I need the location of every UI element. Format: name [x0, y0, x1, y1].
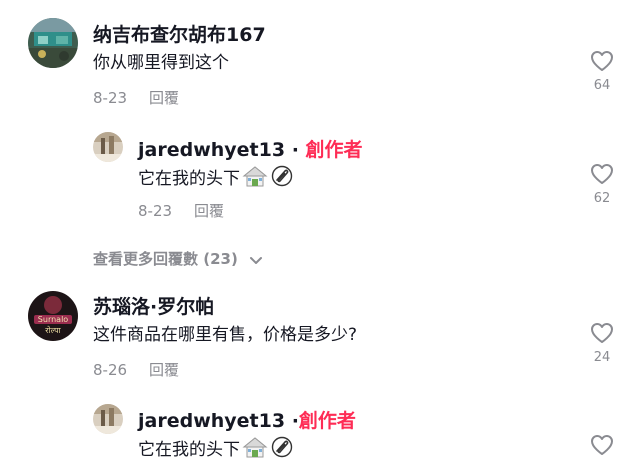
reply-username[interactable]: jaredwhyet13 ·創作者 [138, 409, 356, 433]
creator-badge: 創作者 [298, 410, 356, 432]
comment-username[interactable]: 纳吉布查尔胡布167 [93, 23, 266, 47]
comment-text: 这件商品在哪里有售，价格是多少? [93, 325, 358, 345]
like-count: 62 [593, 191, 611, 206]
reply-username-text[interactable]: jaredwhyet13 [138, 410, 285, 432]
house-emoji-icon [242, 436, 268, 464]
avatar[interactable]: Surnalo रोल्पा [28, 291, 78, 341]
comment-date: 8-23 [93, 89, 128, 107]
heart-icon[interactable] [590, 50, 614, 72]
comment-username[interactable]: 苏瑙洛·罗尔帕 [93, 295, 214, 319]
reply-text: 它在我的头下 [138, 165, 294, 193]
reply-text: 它在我的头下 [138, 436, 294, 464]
heart-icon[interactable] [590, 434, 614, 456]
separator-dot: · [291, 410, 299, 432]
reply-text-content: 它在我的头下 [138, 169, 240, 189]
view-more-replies-button[interactable]: 查看更多回覆數 (23) [93, 248, 263, 269]
heart-icon[interactable] [590, 322, 614, 344]
view-more-label[interactable]: 查看更多回覆數 (23) [93, 250, 238, 268]
svg-text:रोल्पा: रोल्पा [45, 325, 61, 335]
reply-username-text[interactable]: jaredwhyet13 [138, 139, 285, 161]
reply-username[interactable]: jaredwhyet13 · 創作者 [138, 138, 363, 162]
reply-text-content: 它在我的头下 [138, 440, 240, 460]
like-count: 64 [593, 78, 611, 93]
like-button[interactable]: 24 [582, 322, 622, 366]
reply-meta: 8-23 回覆 [138, 201, 224, 221]
comment-date: 8-26 [93, 361, 128, 379]
comment-text: 你从哪里得到这个 [93, 53, 229, 73]
reply-button[interactable]: 回覆 [149, 89, 179, 107]
like-button[interactable]: 62 [582, 163, 622, 207]
chevron-down-icon [250, 256, 263, 264]
like-count: 24 [593, 350, 611, 365]
avatar[interactable] [93, 404, 123, 434]
comment-meta: 8-26 回覆 [93, 360, 179, 380]
reply-button[interactable]: 回覆 [149, 361, 179, 379]
avatar[interactable] [93, 132, 123, 162]
paperclip-emoji-icon [270, 436, 294, 464]
like-button[interactable] [582, 434, 622, 456]
house-emoji-icon [242, 165, 268, 193]
heart-icon[interactable] [590, 163, 614, 185]
creator-badge: 創作者 [305, 139, 363, 161]
comment-meta: 8-23 回覆 [93, 88, 179, 108]
svg-text:Surnalo: Surnalo [38, 315, 68, 324]
like-button[interactable]: 64 [582, 50, 622, 94]
reply-date: 8-23 [138, 202, 173, 220]
avatar[interactable] [28, 18, 78, 68]
separator-dot: · [291, 139, 299, 161]
paperclip-emoji-icon [270, 165, 294, 193]
reply-button[interactable]: 回覆 [194, 202, 224, 220]
